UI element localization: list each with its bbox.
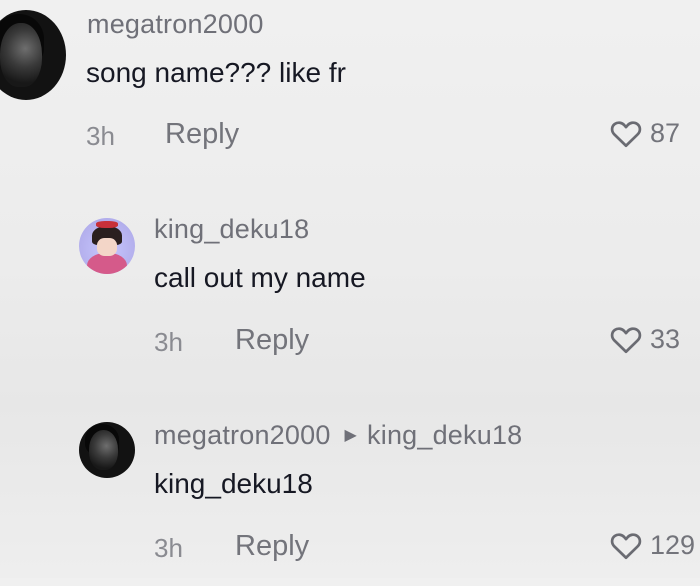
- avatar-face: [0, 22, 42, 88]
- avatar[interactable]: [0, 10, 66, 100]
- like-button[interactable]: 87: [608, 115, 680, 151]
- triangle-right-icon: ▶: [344, 427, 358, 444]
- comment-username[interactable]: megatron2000: [154, 420, 331, 450]
- avatar-face: [97, 238, 117, 257]
- reply-button[interactable]: Reply: [235, 324, 309, 357]
- comment-username-line: megatron2000 ▶ king_deku18: [154, 420, 522, 451]
- avatar[interactable]: [79, 422, 135, 478]
- reply-button[interactable]: Reply: [235, 530, 309, 563]
- comment-time: 3h: [154, 533, 183, 563]
- comment-text: king_deku18: [154, 468, 313, 499]
- comment-username[interactable]: megatron2000: [87, 9, 264, 40]
- reply-to-username[interactable]: king_deku18: [367, 420, 522, 450]
- comment-text: call out my name: [154, 262, 366, 293]
- comment-username[interactable]: king_deku18: [154, 214, 309, 245]
- heart-outline-icon: [610, 327, 642, 354]
- avatar-face: [89, 429, 119, 471]
- avatar-hat: [95, 221, 119, 229]
- like-button[interactable]: 129: [608, 527, 700, 563]
- reply-item: king_deku18 call out my name 3h Reply 33: [0, 190, 700, 380]
- reply-item: megatron2000 ▶ king_deku18 king_deku18 3h …: [0, 396, 700, 586]
- like-count: 129: [650, 529, 696, 560]
- comment-time: 3h: [154, 327, 183, 357]
- heart-outline-icon: [610, 121, 642, 148]
- avatar[interactable]: [79, 218, 135, 274]
- reply-button[interactable]: Reply: [165, 118, 239, 151]
- comment-text: song name??? like fr: [86, 57, 346, 88]
- heart-outline-icon: [610, 533, 642, 560]
- like-count: 87: [650, 117, 681, 148]
- like-count: 33: [650, 323, 681, 354]
- comment-item: megatron2000 song name??? like fr 3h Rep…: [0, 0, 700, 190]
- like-button[interactable]: 33: [608, 321, 680, 357]
- comment-time: 3h: [86, 121, 115, 151]
